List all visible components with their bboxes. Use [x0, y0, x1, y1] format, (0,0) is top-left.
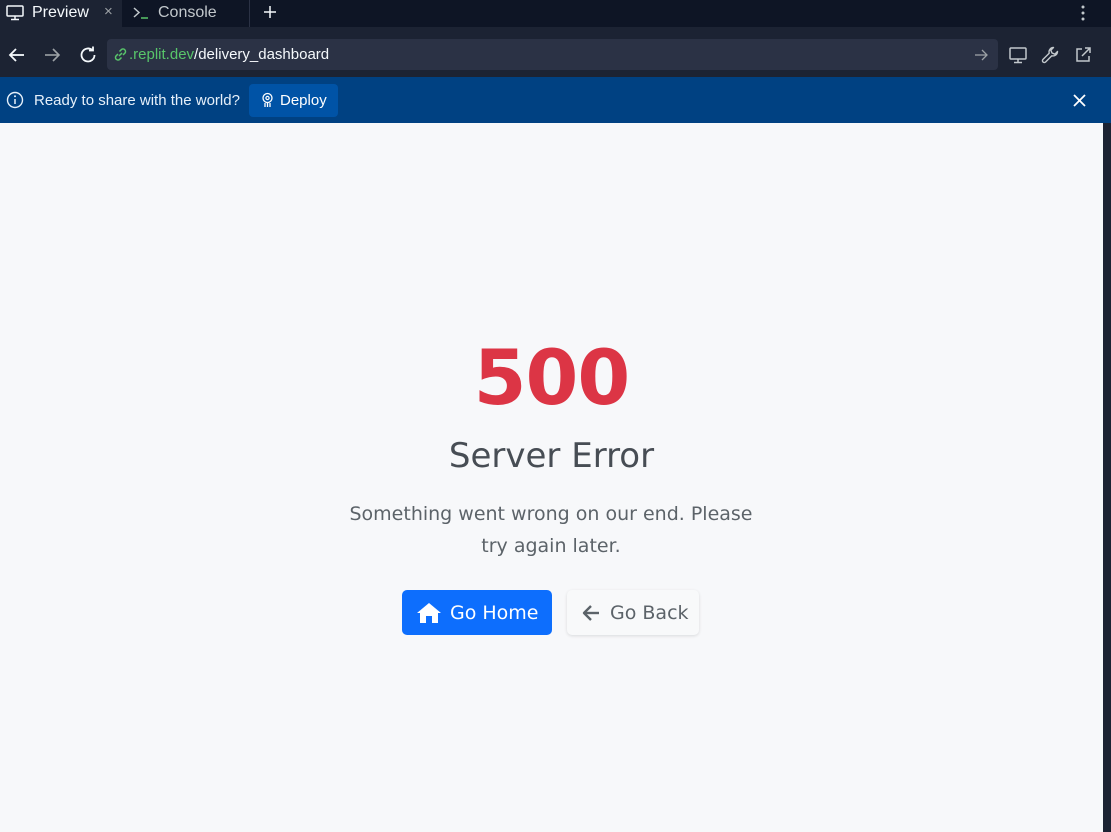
arrow-left-icon	[582, 605, 599, 621]
arrow-left-icon[interactable]	[7, 45, 27, 65]
deploy-label: Deploy	[280, 92, 327, 109]
close-icon[interactable]	[1072, 93, 1087, 108]
go-arrow-icon[interactable]	[973, 47, 989, 63]
reload-icon[interactable]	[78, 45, 98, 65]
url-path: /delivery_dashboard	[194, 46, 330, 63]
error-code: 500	[473, 333, 631, 422]
wrench-icon[interactable]	[1040, 45, 1060, 65]
terminal-icon	[133, 7, 148, 19]
scrollbar-track[interactable]	[1103, 123, 1111, 832]
external-link-icon[interactable]	[1073, 45, 1093, 65]
go-back-label: Go Back	[610, 602, 689, 624]
error-title: Server Error	[448, 436, 655, 476]
error-message: Something went wrong on our end. Please …	[349, 503, 753, 557]
info-icon	[6, 91, 24, 109]
monitor-icon	[6, 5, 24, 21]
tab-console-label: Console	[158, 4, 217, 21]
tab-console[interactable]: Console	[122, 0, 250, 27]
deploy-icon	[262, 92, 273, 107]
monitor-icon[interactable]	[1008, 45, 1028, 65]
new-tab-icon[interactable]	[261, 2, 279, 22]
url-text[interactable]: .replit.dev/delivery_dashboard	[129, 46, 329, 64]
tab-preview-label: Preview	[32, 4, 89, 21]
kebab-menu-icon[interactable]	[1076, 4, 1090, 22]
link-icon	[114, 48, 127, 61]
close-tab-icon[interactable]: ×	[104, 3, 113, 21]
url-domain: .replit.dev	[129, 46, 195, 63]
tab-bar: Preview × Console	[0, 0, 1111, 27]
home-icon	[417, 603, 441, 623]
banner-message: Ready to share with the world?	[34, 92, 240, 109]
arrow-right-icon[interactable]	[42, 45, 62, 65]
go-home-label: Go Home	[450, 602, 539, 624]
tab-preview[interactable]: Preview ×	[0, 0, 122, 27]
